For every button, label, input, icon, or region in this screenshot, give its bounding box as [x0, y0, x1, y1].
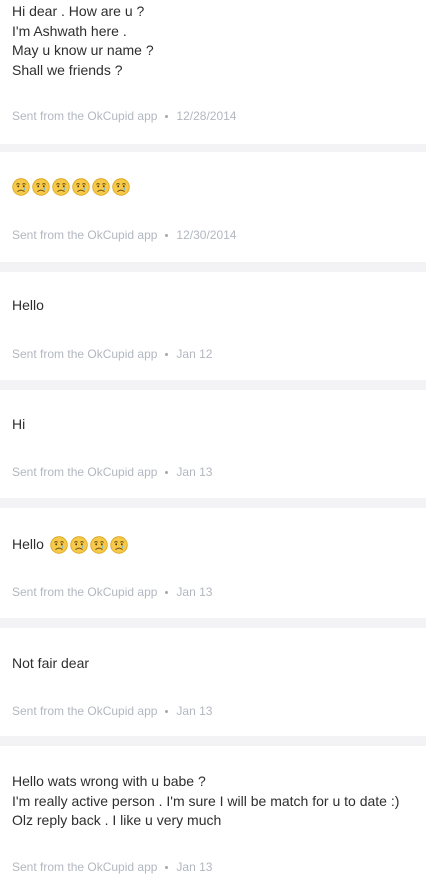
message-card: Hi Sent from the OkCupid app Jan 13: [0, 390, 426, 498]
sent-from-label: Sent from the OkCupid app: [12, 704, 158, 718]
message-line: Hi dear . How are u ?: [12, 2, 414, 22]
separator-dot-icon: [165, 114, 169, 118]
message-meta: Sent from the OkCupid app Jan 13: [12, 465, 212, 479]
message-text: Not fair dear: [12, 655, 90, 671]
message-date: Jan 13: [176, 704, 213, 718]
crying-face-icon: [52, 178, 70, 196]
message-date: Jan 12: [176, 347, 213, 361]
message-line: [12, 176, 414, 198]
message-line: Hi: [12, 415, 414, 435]
sent-from-label: Sent from the OkCupid app: [12, 465, 158, 479]
message-body: Hi dear . How are u ? I'm Ashwath here . M…: [12, 2, 414, 80]
message-line: Hello: [12, 534, 414, 556]
sent-from-label: Sent from the OkCupid app: [12, 860, 158, 874]
message-card: Hi dear . How are u ? I'm Ashwath here . M…: [0, 0, 426, 144]
message-text: Hello: [12, 536, 44, 553]
message-meta: Sent from the OkCupid app 12/30/2014: [12, 228, 236, 242]
message-meta: Sent from the OkCupid app Jan 13: [12, 860, 212, 874]
message-card: Hello Sent from the OkCupid app Jan 12: [0, 272, 426, 380]
message-text: I'm Ashwath here .: [12, 22, 127, 39]
message-date: 12/28/2014: [176, 109, 237, 123]
message-card: Hello Sent from the OkCupid app Jan 13: [0, 508, 426, 618]
message-text: Hi dear . How are u ?: [12, 3, 145, 19]
message-body: Hi: [12, 415, 414, 435]
separator-dot-icon: [165, 233, 169, 237]
message-date: 12/30/2014: [176, 228, 237, 242]
crying-face-icon: [32, 178, 50, 196]
message-line: I'm Ashwath here .: [12, 22, 414, 42]
crying-face-icon: [112, 178, 130, 196]
message-date: Jan 13: [176, 465, 213, 479]
crying-face-icon: [70, 536, 88, 554]
message-meta: Sent from the OkCupid app Jan 12: [12, 347, 212, 361]
message-body: [12, 176, 414, 198]
separator-dot-icon: [165, 709, 169, 713]
sent-from-label: Sent from the OkCupid app: [12, 228, 158, 242]
message-body: Hello: [12, 534, 414, 556]
message-card: Sent from the OkCupid app 12/30/2014: [0, 152, 426, 262]
message-line: Not fair dear: [12, 654, 414, 674]
message-card: Not fair dear Sent from the OkCupid app Ja…: [0, 628, 426, 736]
message-text: Olz reply back . I like u very much: [12, 812, 222, 828]
message-line: Shall we friends ?: [12, 61, 414, 81]
message-line: Olz reply back . I like u very much: [12, 811, 414, 831]
message-meta: Sent from the OkCupid app 12/28/2014: [12, 109, 236, 123]
message-line: Hello: [12, 296, 414, 316]
message-date: Jan 13: [176, 585, 213, 599]
message-text: May u know ur name ?: [12, 42, 154, 58]
message-body: Hello: [12, 296, 414, 316]
separator-dot-icon: [165, 470, 169, 474]
message-body: Hello wats wrong with u babe ? I'm really…: [12, 772, 414, 831]
message-line: I'm really active person . I'm sure I wi…: [12, 792, 414, 812]
crying-face-icon: [12, 178, 30, 196]
sent-from-label: Sent from the OkCupid app: [12, 109, 158, 123]
message-text: Hello: [12, 297, 44, 313]
message-text: I'm really active person . I'm sure I wi…: [12, 792, 400, 809]
message-meta: Sent from the OkCupid app Jan 13: [12, 704, 212, 718]
message-text: Shall we friends ?: [12, 61, 123, 78]
sent-from-label: Sent from the OkCupid app: [12, 585, 158, 599]
message-body: Not fair dear: [12, 654, 414, 674]
message-date: Jan 13: [176, 860, 213, 874]
message-meta: Sent from the OkCupid app Jan 13: [12, 585, 212, 599]
crying-face-icon: [90, 536, 108, 554]
message-text: Hi: [12, 416, 26, 432]
separator-dot-icon: [165, 590, 169, 594]
message-card: Hello wats wrong with u babe ? I'm really…: [0, 746, 426, 891]
crying-face-icon: [50, 536, 68, 554]
crying-face-icon: [72, 178, 90, 196]
message-text: Hello wats wrong with u babe ?: [12, 773, 206, 789]
message-line: Hello wats wrong with u babe ?: [12, 772, 414, 792]
crying-face-icon: [110, 536, 128, 554]
message-thread: Hi dear . How are u ? I'm Ashwath here . M…: [0, 0, 426, 891]
message-line: May u know ur name ?: [12, 41, 414, 61]
separator-dot-icon: [165, 352, 169, 356]
crying-face-icon: [92, 178, 110, 196]
separator-dot-icon: [165, 865, 169, 869]
sent-from-label: Sent from the OkCupid app: [12, 347, 158, 361]
